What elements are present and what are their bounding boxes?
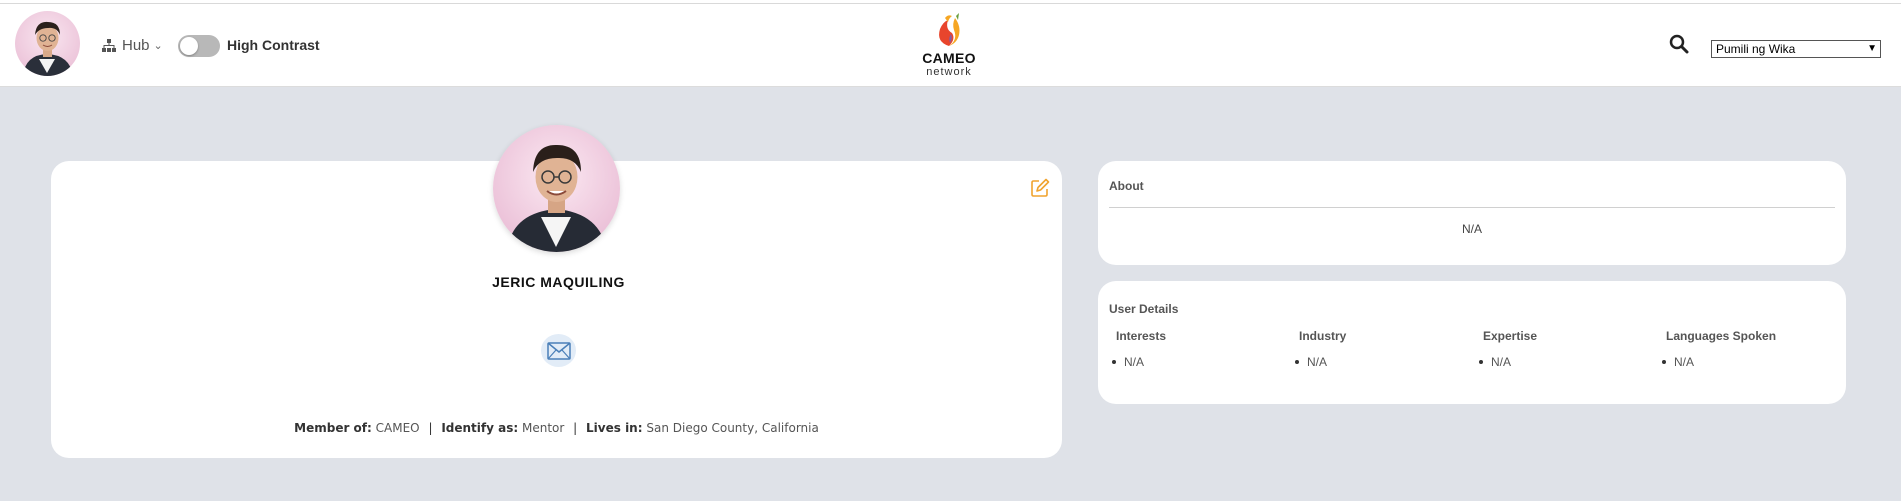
logo-subtitle: network: [926, 66, 972, 78]
logo-name: CAMEO: [922, 50, 976, 66]
language-select[interactable]: Pumili ng Wika ▼: [1711, 40, 1881, 58]
lives-in-value: San Diego County, California: [646, 421, 819, 435]
profile-avatar: [493, 125, 620, 252]
edit-icon: [1031, 178, 1050, 197]
list-item: N/A: [1112, 355, 1286, 369]
details-column-interests: Interests N/A: [1112, 329, 1286, 369]
profile-name: JERIC MAQUILING: [492, 274, 625, 290]
list-item: N/A: [1479, 355, 1653, 369]
details-column-industry: Industry N/A: [1295, 329, 1469, 369]
bullet: [1295, 360, 1299, 364]
member-of-value: CAMEO: [375, 421, 420, 435]
lives-in-label: Lives in:: [586, 421, 643, 435]
bullet: [1662, 360, 1666, 364]
sitemap-icon: [102, 39, 116, 52]
bullet: [1112, 360, 1116, 364]
details-column-expertise: Expertise N/A: [1479, 329, 1653, 369]
send-message-button[interactable]: [541, 334, 576, 367]
details-column-languages: Languages Spoken N/A: [1662, 329, 1836, 369]
column-heading: Interests: [1116, 329, 1167, 343]
profile-meta: Member of: CAMEO | Identify as: Mentor |…: [51, 421, 1062, 435]
envelope-icon: [546, 341, 571, 360]
high-contrast-label: High Contrast: [227, 37, 320, 53]
high-contrast-toggle[interactable]: [178, 35, 220, 57]
language-select-value: Pumili ng Wika: [1716, 42, 1796, 56]
member-of-label: Member of:: [294, 421, 372, 435]
list-item: N/A: [1662, 355, 1836, 369]
hub-menu[interactable]: Hub ⌄: [102, 37, 163, 54]
about-title: About: [1109, 179, 1144, 193]
top-header: Hub ⌄ High Contrast CAMEO network Pumili…: [0, 4, 1901, 87]
meta-separator: |: [573, 421, 578, 435]
cameo-logo[interactable]: CAMEO network: [918, 12, 980, 82]
user-details-title: User Details: [1109, 302, 1179, 316]
about-value: N/A: [1461, 222, 1482, 236]
list-item-text: N/A: [1491, 355, 1512, 369]
about-divider: [1109, 207, 1835, 208]
hub-label: Hub: [122, 37, 150, 54]
cameo-flame-icon: [939, 13, 960, 46]
list-item: N/A: [1295, 355, 1469, 369]
list-item-text: N/A: [1674, 355, 1695, 369]
meta-separator: |: [428, 421, 433, 435]
identify-as-value: Mentor: [522, 421, 565, 435]
nav-user-avatar[interactable]: [15, 11, 80, 76]
toggle-knob: [180, 37, 198, 55]
identify-as-label: Identify as:: [441, 421, 519, 435]
avatar-photo-icon: [23, 21, 73, 76]
column-heading: Industry: [1299, 329, 1347, 343]
chevron-down-icon: ⌄: [153, 40, 163, 52]
profile-photo-icon: [507, 144, 607, 252]
bullet: [1479, 360, 1483, 364]
column-heading: Expertise: [1483, 329, 1538, 343]
column-heading: Languages Spoken: [1666, 329, 1777, 343]
search-icon: [1669, 34, 1689, 54]
about-card: [1098, 161, 1846, 265]
search-button[interactable]: [1669, 34, 1689, 59]
list-item-text: N/A: [1124, 355, 1145, 369]
edit-profile-button[interactable]: [1030, 178, 1050, 203]
list-item-text: N/A: [1307, 355, 1328, 369]
chevron-down-icon: ▼: [1867, 43, 1877, 54]
